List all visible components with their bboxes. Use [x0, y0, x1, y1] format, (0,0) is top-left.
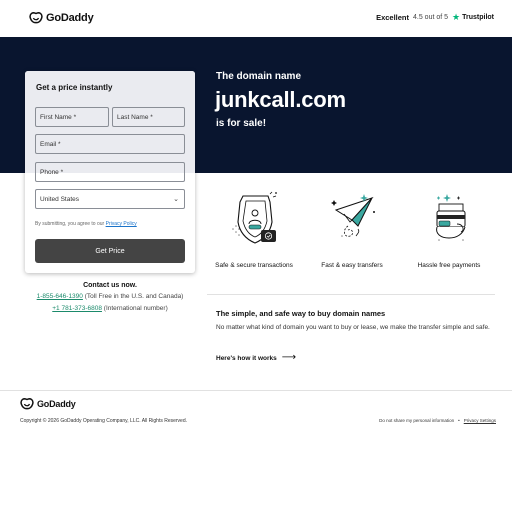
feature-label: Safe & secure transactions [215, 262, 293, 269]
get-price-button[interactable]: Get Price [35, 239, 185, 263]
phone-note: (Toll Free in the U.S. and Canada) [84, 293, 184, 300]
logo-text: GoDaddy [46, 12, 94, 24]
section-divider [207, 294, 495, 295]
footer-divider [0, 390, 512, 391]
form-title: Get a price instantly [36, 83, 113, 92]
phone-link[interactable]: 1-855-646-1390 [37, 293, 83, 300]
privacy-policy-link[interactable]: Privacy Policy [106, 221, 137, 227]
feature-label: Fast & easy transfers [321, 262, 383, 269]
trustpilot-logo: ★ Trustpilot [452, 13, 494, 22]
footer-godaddy-logo[interactable]: GoDaddy [20, 398, 76, 410]
privacy-settings-link[interactable]: Privacy Settings [464, 418, 496, 423]
site-header: GoDaddy Excellent 4.5 out of 5 ★ Trustpi… [0, 0, 512, 37]
chevron-down-icon: ⌄ [173, 196, 179, 203]
contact-phone-tollfree: 1-855-646-1390 (Toll Free in the U.S. an… [25, 293, 195, 300]
arrow-right-icon: ⟶ [281, 352, 297, 363]
info-body: No matter what kind of domain you want t… [216, 324, 490, 331]
trustpilot-name: Trustpilot [462, 14, 494, 21]
feature-free-payments: Hassle free payments [401, 190, 497, 270]
country-value: United States [40, 195, 80, 203]
last-name-field[interactable]: Last Name * [112, 107, 185, 127]
info-title: The simple, and safe way to buy domain n… [216, 309, 386, 318]
wallet-icon [436, 194, 466, 241]
price-form-card: Get a price instantly First Name * Last … [25, 71, 195, 273]
phone-note: (International number) [103, 305, 168, 312]
hero-subtitle: The domain name [216, 71, 302, 82]
domain-name: junkcall.com [215, 87, 346, 112]
phone-link[interactable]: +1 781-373-6808 [52, 305, 102, 312]
consent-prefix: By submitting, you agree to our [35, 221, 105, 227]
trustpilot-star-icon: ★ [452, 12, 461, 22]
how-it-works-link[interactable]: Here's how it works ⟶ [216, 353, 296, 363]
paper-plane-icon [331, 194, 375, 237]
copyright-text: Copyright © 2026 GoDaddy Operating Compa… [20, 418, 188, 424]
consent-text: By submitting, you agree to our Privacy … [35, 221, 137, 227]
contact-phone-international: +1 781-373-6808 (International number) [25, 305, 195, 312]
how-it-works-label: Here's how it works [216, 354, 277, 362]
feature-label: Hassle free payments [417, 262, 481, 269]
hero-sale-text: is for sale! [216, 118, 267, 129]
last-name-placeholder: Last Name * [117, 113, 153, 121]
rating-score: 4.5 out of 5 [413, 14, 449, 21]
godaddy-logo-icon [29, 12, 43, 24]
country-select[interactable]: United States ⌄ [35, 189, 185, 209]
first-name-field[interactable]: First Name * [35, 107, 109, 127]
email-placeholder: Email * [40, 140, 61, 148]
phone-placeholder: Phone * [40, 168, 64, 176]
footer-links: Do not share my personal information • P… [379, 418, 496, 423]
godaddy-logo-icon [20, 398, 34, 410]
phone-field[interactable]: Phone * [35, 162, 185, 182]
footer-separator: • [458, 418, 460, 423]
godaddy-logo[interactable]: GoDaddy [29, 12, 94, 24]
shield-icon [232, 191, 277, 244]
trustpilot-rating[interactable]: Excellent 4.5 out of 5 ★ Trustpilot [376, 13, 494, 23]
rating-label: Excellent [376, 13, 409, 22]
email-field[interactable]: Email * [35, 134, 185, 154]
do-not-share-link[interactable]: Do not share my personal information [379, 418, 454, 423]
contact-title: Contact us now. [83, 282, 137, 289]
feature-safe-transactions: Safe & secure transactions [206, 190, 302, 270]
feature-fast-transfers: Fast & easy transfers [304, 190, 400, 270]
footer-logo-text: GoDaddy [37, 399, 76, 409]
first-name-placeholder: First Name * [40, 113, 77, 121]
